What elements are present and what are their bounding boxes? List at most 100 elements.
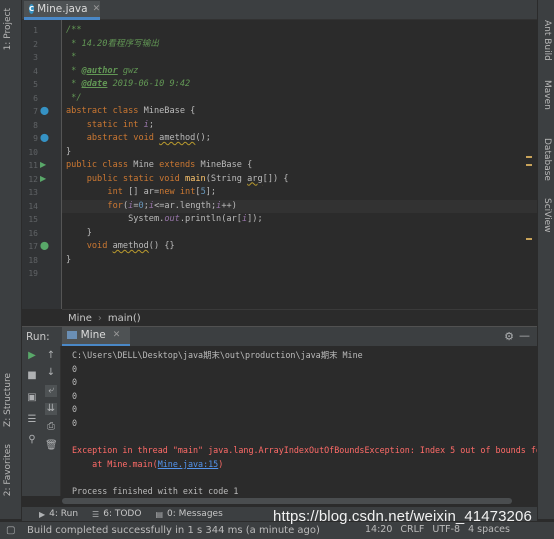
stop-icon[interactable]: ■ <box>26 370 38 382</box>
console-line: 0 <box>72 390 78 401</box>
code-token: gwz <box>117 65 139 76</box>
run-tab-mine[interactable]: Mine ✕ <box>61 326 131 347</box>
horizontal-scrollbar[interactable] <box>62 498 512 504</box>
code-line[interactable]: /** <box>62 24 537 38</box>
code-token: ++) <box>221 200 237 211</box>
code-line[interactable]: * <box>62 51 537 65</box>
run-gutter-icon[interactable]: ▶ <box>40 174 48 183</box>
line-number: 11 <box>28 161 38 170</box>
ant-build-tool-tab[interactable]: Ant Build <box>542 20 552 61</box>
console-text: at Mine.main( <box>72 458 158 469</box>
structure-tool-tab[interactable]: Z: Structure <box>3 373 13 427</box>
code-line[interactable]: System.out.println(ar[i]); <box>62 213 537 227</box>
code-line[interactable]: abstract class MineBase { <box>62 105 537 119</box>
code-token: () {} <box>148 241 175 251</box>
code-token: MineBase { <box>143 106 196 116</box>
editor-gutter[interactable]: 1 2 3 4 5 6 7 8 9 10 11 12 13 14 15 16 17 18 19 ⬤ ⬤ ▶ ▶ ⬤ <box>22 20 62 309</box>
bottom-tab-label: 0: Messages <box>167 509 223 519</box>
favorites-tool-tab[interactable]: 2: Favorites <box>3 444 13 496</box>
soft-wrap-icon[interactable]: ⤶ <box>45 385 57 397</box>
code-editor[interactable]: /** * 14.20看程序写输出 * * @author gwz * @dat… <box>62 20 537 309</box>
bottom-tab-label: 4: Run <box>49 509 79 519</box>
line-number: 14 <box>28 201 38 211</box>
close-icon[interactable]: ✕ <box>113 330 121 340</box>
line-number: 8 <box>33 120 38 130</box>
line-number: 18 <box>28 255 38 265</box>
layout-icon[interactable]: ☰ <box>26 414 38 426</box>
panel-toggle-icon[interactable]: ▢ <box>6 525 15 536</box>
run-gutter-icon[interactable]: ▶ <box>40 161 48 169</box>
code-line[interactable]: } <box>62 227 537 241</box>
arrow-down-icon[interactable]: ↓ <box>45 367 57 379</box>
code-line[interactable]: void amethod() {} <box>62 240 537 254</box>
scroll-to-end-icon[interactable]: ⇊ <box>45 403 57 415</box>
close-icon[interactable]: ✕ <box>93 4 101 14</box>
line-separator[interactable]: CRLF <box>400 524 424 535</box>
project-tool-tab[interactable]: 1: Project <box>3 8 13 50</box>
arrow-up-icon[interactable]: ↑ <box>45 350 57 362</box>
code-token: main <box>185 173 206 184</box>
code-line[interactable]: * 14.20看程序写输出 <box>62 38 537 52</box>
code-token: <=ar.length; <box>154 200 217 211</box>
code-token: arg <box>247 173 263 184</box>
stacktrace-link[interactable]: Mine.java:15 <box>158 459 219 469</box>
code-token: } <box>66 146 72 157</box>
code-line[interactable]: int [] ar=new int[5]; <box>62 186 537 200</box>
bottom-tab-messages[interactable]: ▤ 0: Messages <box>155 509 222 519</box>
caret-position[interactable]: 14:20 <box>365 524 392 535</box>
code-token: * <box>66 79 82 89</box>
message-icon: ▤ <box>155 509 163 519</box>
breadcrumb-method[interactable]: main() <box>108 313 141 324</box>
sciview-tool-tab[interactable]: SciView <box>542 198 552 233</box>
code-token: abstract class <box>66 106 144 116</box>
code-token: } <box>66 254 72 265</box>
code-token: Mine <box>133 160 160 170</box>
maven-tool-tab[interactable]: Maven <box>542 80 552 110</box>
bottom-tab-run[interactable]: ▶ 4: Run <box>39 509 78 519</box>
run-console[interactable]: C:\Users\DELL\Desktop\java期末\out\product… <box>61 346 537 496</box>
implemented-icon[interactable]: ⬤ <box>40 107 49 115</box>
console-line: 0 <box>72 377 78 388</box>
override-icon[interactable]: ⬤ <box>40 242 49 250</box>
gear-icon[interactable]: ⚙ <box>504 330 514 343</box>
code-token: */ <box>66 92 82 103</box>
warning-marker[interactable] <box>526 238 532 240</box>
bottom-tab-label: 6: TODO <box>103 509 142 519</box>
breadcrumb-class[interactable]: Mine <box>68 313 92 324</box>
code-token: extends <box>159 160 201 170</box>
code-token: new int <box>159 187 196 197</box>
bottom-tab-todo[interactable]: ☰ 6: TODO <box>92 509 141 519</box>
console-line: 0 <box>72 418 78 428</box>
code-token: * <box>66 65 82 76</box>
rerun-icon[interactable]: ▶ <box>26 350 38 362</box>
code-line[interactable] <box>62 267 537 281</box>
list-icon: ☰ <box>92 509 100 519</box>
code-line[interactable]: abstract void amethod(); <box>62 132 537 146</box>
editor-tab-mine-java[interactable]: C Mine.java ✕ <box>24 1 100 20</box>
implemented-icon[interactable]: ⬤ <box>40 134 49 142</box>
indent-setting[interactable]: 4 spaces <box>468 524 510 535</box>
code-line[interactable]: static int i; <box>62 119 537 133</box>
trash-icon[interactable]: 🗑 <box>45 440 58 452</box>
code-token: (); <box>195 133 211 143</box>
pin-icon[interactable]: ⚲ <box>26 434 38 446</box>
code-token: ]; <box>205 187 217 197</box>
hide-panel-icon[interactable]: — <box>519 329 530 342</box>
code-line[interactable]: * @author gwz <box>62 65 537 79</box>
code-line[interactable]: } <box>62 146 537 160</box>
code-line[interactable]: public class Mine extends MineBase { <box>62 159 537 173</box>
code-line[interactable]: for(i=0;i<=ar.length;i++) <box>62 199 537 213</box>
database-tool-tab[interactable]: Database <box>542 138 552 181</box>
status-message[interactable]: Build completed successfully in 1 s 344 … <box>27 525 320 536</box>
print-icon[interactable]: ⎙ <box>45 421 57 433</box>
warning-marker[interactable] <box>526 164 532 166</box>
code-line[interactable]: } <box>62 254 537 268</box>
console-line: 0 <box>72 404 78 415</box>
warning-marker[interactable] <box>526 156 532 158</box>
camera-icon[interactable]: ▣ <box>26 392 38 404</box>
run-panel-header: Run: Mine ✕ ⚙ — <box>22 326 537 347</box>
code-line[interactable]: public static void main(String arg[]) { <box>62 173 537 187</box>
code-line[interactable]: */ <box>62 92 537 106</box>
code-line[interactable]: * @date 2019-06-10 9:42 <box>62 78 537 92</box>
file-encoding[interactable]: UTF-8 <box>432 524 460 535</box>
